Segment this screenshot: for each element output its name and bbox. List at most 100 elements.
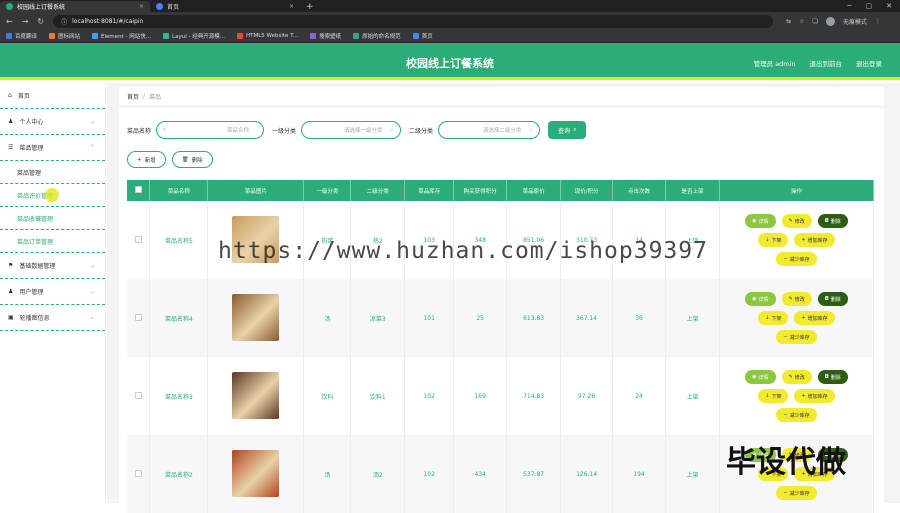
- bookmark-item[interactable]: 原始的命名规范: [353, 32, 401, 40]
- dish-image-cell: [207, 435, 305, 513]
- minus-icon: −: [783, 256, 788, 262]
- maximize-icon[interactable]: ▢: [866, 2, 873, 10]
- delete-row-button[interactable]: ◘ 删除: [817, 292, 848, 306]
- bookmark-icon: [353, 33, 360, 39]
- reduce-stock-button[interactable]: − 减少库存: [776, 330, 817, 344]
- dish-image[interactable]: [232, 371, 280, 419]
- url-input[interactable]: ⓘ localhost:8081/#/caipin: [53, 14, 774, 28]
- delete-row-button[interactable]: ◘ 删除: [817, 214, 848, 228]
- bookmark-item[interactable]: HTML5 Website T...: [236, 33, 298, 39]
- stock-cell: 101: [404, 279, 455, 357]
- column-header: 是否上架: [665, 180, 720, 201]
- back-icon[interactable]: ←: [6, 17, 13, 26]
- off-shelf-button[interactable]: ↓ 下架: [758, 389, 789, 403]
- dish-image-cell: [207, 357, 305, 435]
- sidebar-sub-dish-comment[interactable]: 菜品评价管理: [0, 184, 105, 207]
- new-tab-button[interactable]: +: [300, 2, 320, 12]
- add-stock-button[interactable]: + 增加库存: [794, 233, 835, 247]
- row-checkbox[interactable]: [134, 469, 142, 477]
- sidebar-sub-dish-manage[interactable]: 菜品管理: [0, 161, 105, 184]
- close-icon[interactable]: ×: [139, 3, 144, 10]
- detail-button[interactable]: ◉ 详情: [745, 370, 776, 384]
- name-search-input[interactable]: ⌕ 菜品名称: [156, 121, 265, 139]
- column-header: 操作: [719, 180, 875, 201]
- sidebar-item-dishes[interactable]: ☰ 菜品管理 ⌃: [0, 135, 105, 161]
- sidebar-sub-dish-order[interactable]: 菜品订单管理: [0, 230, 105, 253]
- points-cell: 169: [453, 357, 508, 435]
- user-icon: ♟: [8, 118, 14, 125]
- close-window-icon[interactable]: ✕: [886, 2, 892, 10]
- sidebar-sub-dish-collect[interactable]: 菜品收藏管理: [0, 207, 105, 230]
- reduce-stock-button[interactable]: − 减少库存: [776, 486, 817, 500]
- delete-button[interactable]: 🗑 删除: [171, 151, 213, 168]
- type2-select[interactable]: 请选择二级分类 ⌄: [438, 121, 541, 139]
- edit-icon: ✎: [788, 296, 793, 302]
- dish-image[interactable]: [232, 449, 280, 497]
- row-select-cell[interactable]: [127, 357, 151, 435]
- column-header: 购买获得积分: [453, 180, 508, 201]
- translate-icon[interactable]: ⇆: [786, 18, 791, 25]
- column-header: 现价/积分: [560, 180, 614, 201]
- sidebar: ⌂ 首页 ♟ 个人中心 ⌄ ☰ 菜品管理 ⌃ 菜品管理 菜品评价管理 菜品收藏管…: [0, 83, 106, 503]
- stock-cell: 102: [404, 357, 455, 435]
- logout-link[interactable]: 退出登录: [856, 58, 882, 68]
- browser-tab-active[interactable]: 校园线上订餐系统 ×: [0, 1, 150, 12]
- add-stock-button[interactable]: + 增加库存: [794, 311, 835, 325]
- star-icon[interactable]: ☆: [799, 18, 804, 25]
- forward-icon[interactable]: →: [22, 17, 29, 26]
- row-checkbox[interactable]: [134, 313, 142, 321]
- arrow-down-icon: ↓: [765, 315, 770, 321]
- type1-select[interactable]: 请选择一级分类 ⌄: [301, 121, 402, 139]
- sidebar-item-label: 菜品管理: [19, 145, 44, 152]
- bookmark-item[interactable]: Element - 网站快...: [92, 32, 151, 40]
- reduce-stock-button[interactable]: − 减少库存: [776, 408, 817, 422]
- row-checkbox[interactable]: [134, 391, 142, 399]
- off-shelf-button[interactable]: ↓ 下架: [758, 311, 789, 325]
- status-cell: 上架: [665, 435, 720, 513]
- sidebar-item-label: 用户管理: [19, 289, 44, 296]
- delete-row-button[interactable]: ◘ 删除: [817, 370, 848, 384]
- edit-button[interactable]: ✎ 修改: [781, 214, 812, 228]
- reload-icon[interactable]: ↻: [37, 17, 44, 26]
- front-link[interactable]: 退出到前台: [810, 58, 843, 68]
- row-select-cell[interactable]: [127, 435, 151, 513]
- more-icon[interactable]: ⋮: [875, 18, 881, 25]
- breadcrumb-home[interactable]: 首页: [127, 92, 139, 101]
- bookmark-item[interactable]: Layui - 经典开源模...: [163, 32, 225, 40]
- add-stock-button[interactable]: + 增加库存: [794, 389, 835, 403]
- minimize-icon[interactable]: ─: [847, 2, 851, 10]
- select-all-checkbox[interactable]: [134, 186, 142, 193]
- home-icon: ⌂: [8, 92, 12, 99]
- query-button[interactable]: 查询 ⌕: [548, 121, 587, 139]
- off-shelf-button[interactable]: ↓ 下架: [758, 233, 789, 247]
- row-checkbox[interactable]: [134, 235, 142, 243]
- extensions-icon[interactable]: ❏: [813, 18, 818, 25]
- sidebar-item-carousel[interactable]: ▣ 轮播图信息 ⌄: [0, 305, 105, 331]
- profile-avatar[interactable]: [825, 16, 835, 26]
- select-all-cell[interactable]: [127, 180, 151, 201]
- row-select-cell[interactable]: [127, 201, 151, 279]
- add-button[interactable]: + 新增: [127, 151, 166, 168]
- browser-tab[interactable]: 首页 ×: [150, 1, 300, 12]
- close-icon[interactable]: ×: [289, 3, 294, 10]
- column-header: 菜品图片: [207, 180, 305, 201]
- sidebar-item-base-data[interactable]: ⚑ 基础数据管理 ⌄: [0, 253, 105, 279]
- bookmark-item[interactable]: 百度翻译: [6, 32, 37, 40]
- breadcrumb-current: 菜品: [149, 93, 162, 101]
- reduce-stock-button[interactable]: − 减少库存: [776, 252, 817, 266]
- edit-button[interactable]: ✎ 修改: [781, 292, 812, 306]
- detail-button[interactable]: ◉ 详情: [745, 214, 776, 228]
- row-select-cell[interactable]: [127, 279, 151, 357]
- edit-button[interactable]: ✎ 修改: [781, 370, 812, 384]
- current-price-cell: 367.14: [560, 279, 614, 357]
- sidebar-item-profile[interactable]: ♟ 个人中心 ⌄: [0, 109, 105, 135]
- vue-logo-icon: [6, 3, 13, 10]
- sidebar-item-home[interactable]: ⌂ 首页: [0, 83, 105, 109]
- sidebar-item-users[interactable]: ♟ 用户管理 ⌄: [0, 279, 105, 305]
- detail-button[interactable]: ◉ 详情: [745, 292, 776, 306]
- bookmark-item[interactable]: 首页: [412, 32, 433, 40]
- operations-cell: ◉ 详情 ✎ 修改 ◘ 删除 ↓ 下架 + 增加库存 − 减少库存: [719, 279, 875, 357]
- bookmark-item[interactable]: 搜索壁纸: [310, 32, 341, 40]
- dish-image[interactable]: [232, 293, 280, 341]
- bookmark-item[interactable]: 图标网站: [49, 32, 80, 40]
